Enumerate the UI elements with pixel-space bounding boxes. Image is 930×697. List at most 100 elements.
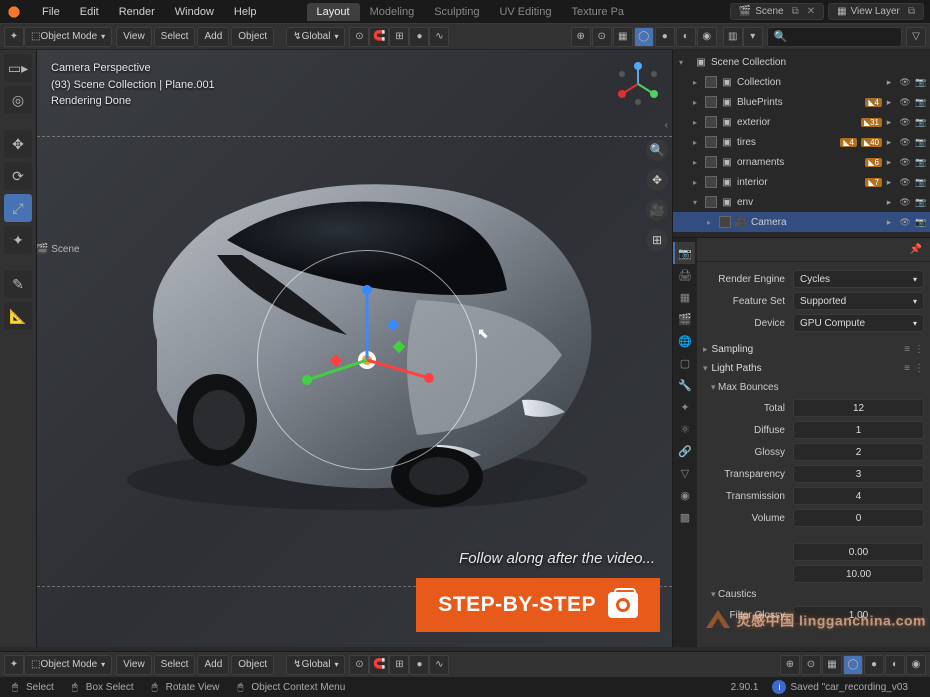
- ptab-output[interactable]: 🖨: [673, 264, 695, 286]
- checkbox[interactable]: [705, 76, 717, 88]
- tool-select-box[interactable]: ▭▸: [4, 54, 32, 82]
- render-icon[interactable]: 📷: [914, 135, 928, 149]
- eye-icon[interactable]: 👁: [898, 175, 912, 189]
- expand-icon[interactable]: ▸: [693, 138, 705, 147]
- menu-help[interactable]: Help: [224, 3, 267, 21]
- ptab-physics[interactable]: ⚛: [673, 418, 695, 440]
- menu-edit[interactable]: Edit: [70, 3, 109, 21]
- list-icon[interactable]: ≡: [904, 344, 910, 355]
- shading-rendered-icon[interactable]: ◉: [697, 27, 717, 47]
- ptab-data[interactable]: ▽: [673, 462, 695, 484]
- tool-annotate[interactable]: ✎: [4, 270, 32, 298]
- expand-icon[interactable]: ▸: [693, 118, 705, 127]
- ws-tab-layout[interactable]: Layout: [307, 3, 360, 21]
- ws-tab-uvediting[interactable]: UV Editing: [489, 3, 561, 21]
- expand-icon[interactable]: ▸: [693, 178, 705, 187]
- vp-perspective-icon[interactable]: ⊞: [646, 229, 668, 251]
- eye-icon[interactable]: 👁: [898, 135, 912, 149]
- snap-icon[interactable]: 🧲: [369, 27, 389, 47]
- bounce-field[interactable]: 3: [793, 465, 924, 483]
- ptab-constraint[interactable]: 🔗: [673, 440, 695, 462]
- clamp-direct-field[interactable]: 0.00: [793, 543, 924, 561]
- pin-icon[interactable]: 📌: [910, 244, 922, 255]
- exclude-icon[interactable]: ▸: [882, 215, 896, 229]
- menu-render[interactable]: Render: [109, 3, 165, 21]
- exclude-icon[interactable]: ▸: [882, 95, 896, 109]
- render-icon[interactable]: 📷: [914, 195, 928, 209]
- bounce-field[interactable]: 2: [793, 443, 924, 461]
- ptab-scene[interactable]: 🎬: [673, 308, 695, 330]
- expand-icon[interactable]: ▾: [693, 198, 705, 207]
- eye-icon[interactable]: 👁: [898, 75, 912, 89]
- checkbox[interactable]: [705, 196, 717, 208]
- overlay-b[interactable]: ⊙: [801, 655, 821, 675]
- tree-row[interactable]: ▸ ▣ exterior ◣31 ▸ 👁 📷: [673, 112, 930, 132]
- gizmo-toggle-icon[interactable]: ⊕: [571, 27, 591, 47]
- snap-icon-b[interactable]: 🧲: [369, 655, 389, 675]
- list-icon[interactable]: ≡: [904, 363, 910, 374]
- eye-icon[interactable]: 👁: [898, 215, 912, 229]
- clamp-indirect-field[interactable]: 10.00: [793, 565, 924, 583]
- banner-button[interactable]: STEP-BY-STEP: [416, 578, 660, 632]
- checkbox[interactable]: [705, 176, 717, 188]
- ws-tab-sculpting[interactable]: Sculpting: [424, 3, 489, 21]
- propmode-icon[interactable]: ∿: [429, 27, 449, 47]
- eye-icon[interactable]: 👁: [898, 195, 912, 209]
- header-object-b[interactable]: Object: [231, 655, 274, 675]
- ws-tab-texturepaint[interactable]: Texture Pa: [561, 3, 634, 21]
- ptab-texture[interactable]: ▩: [673, 506, 695, 528]
- tree-row[interactable]: ▸ ▣ BluePrints ◣4 ▸ 👁 📷: [673, 92, 930, 112]
- tool-scale[interactable]: ⤢: [4, 194, 32, 222]
- pivot-icon[interactable]: ⊙: [349, 27, 369, 47]
- expand-icon[interactable]: ▸: [693, 98, 705, 107]
- eye-icon[interactable]: 👁: [898, 95, 912, 109]
- mode-dropdown-b[interactable]: ⬚ Object Mode: [24, 655, 112, 675]
- shading-mat-b[interactable]: ◐: [885, 655, 905, 675]
- tool-rotate[interactable]: ⟳: [4, 162, 32, 190]
- render-icon[interactable]: 📷: [914, 95, 928, 109]
- propedit-icon[interactable]: ●: [409, 27, 429, 47]
- lightpaths-header[interactable]: Light Paths≡⋮: [697, 359, 930, 378]
- tree-row[interactable]: ▸ ▣ ornaments ◣6 ▸ 👁 📷: [673, 152, 930, 172]
- bounce-field[interactable]: 12: [793, 399, 924, 417]
- scene-new-icon[interactable]: ⧉: [792, 6, 799, 17]
- tree-row[interactable]: ▾ ▣ env ▸ 👁 📷: [673, 192, 930, 212]
- snapto-icon-b[interactable]: ⊞: [389, 655, 409, 675]
- tool-cursor[interactable]: ◎: [4, 86, 32, 114]
- vp-move-icon[interactable]: ✥: [646, 169, 668, 191]
- shading-solid-b[interactable]: ●: [864, 655, 884, 675]
- exclude-icon[interactable]: ▸: [882, 175, 896, 189]
- maxbounces-header[interactable]: Max Bounces: [697, 378, 930, 397]
- eye-icon[interactable]: 👁: [898, 115, 912, 129]
- expand-icon[interactable]: ▸: [693, 78, 705, 87]
- render-icon[interactable]: 📷: [914, 215, 928, 229]
- tool-transform[interactable]: ✦: [4, 226, 32, 254]
- sidebar-collapse-icon[interactable]: ‹: [646, 120, 668, 131]
- vp-camera-icon[interactable]: 🎥: [646, 199, 668, 221]
- header-view[interactable]: View: [116, 27, 152, 47]
- tool-move[interactable]: ✥: [4, 130, 32, 158]
- exclude-icon[interactable]: ▸: [882, 195, 896, 209]
- expand-icon[interactable]: ▸: [707, 218, 719, 227]
- checkbox[interactable]: [719, 216, 731, 228]
- xray-b[interactable]: ▦: [822, 655, 842, 675]
- outliner-filter-icon[interactable]: ▥: [723, 27, 743, 47]
- header-add-b[interactable]: Add: [197, 655, 229, 675]
- expand-icon[interactable]: ▸: [693, 158, 705, 167]
- bounce-field[interactable]: 4: [793, 487, 924, 505]
- ws-tab-modeling[interactable]: Modeling: [360, 3, 425, 21]
- gizmo-b[interactable]: ⊕: [780, 655, 800, 675]
- tree-row[interactable]: ▸ ▣ Collection ▸ 👁 📷: [673, 72, 930, 92]
- xray-icon[interactable]: ▦: [613, 27, 633, 47]
- featureset-dropdown[interactable]: Supported: [793, 292, 924, 310]
- nav-gizmo[interactable]: [614, 60, 662, 108]
- mode-dropdown[interactable]: ⬚ Object Mode: [24, 27, 112, 47]
- orientation-dropdown[interactable]: ↯ Global: [286, 27, 345, 47]
- shading-wireframe-icon[interactable]: ◯: [634, 27, 654, 47]
- menu-file[interactable]: File: [32, 3, 70, 21]
- scene-selector[interactable]: 🎬 Scene ⧉ ✕: [730, 3, 824, 20]
- menu-window[interactable]: Window: [165, 3, 224, 21]
- device-dropdown[interactable]: GPU Compute: [793, 314, 924, 332]
- pivot-icon-b[interactable]: ⊙: [349, 655, 369, 675]
- bounce-field[interactable]: 1: [793, 421, 924, 439]
